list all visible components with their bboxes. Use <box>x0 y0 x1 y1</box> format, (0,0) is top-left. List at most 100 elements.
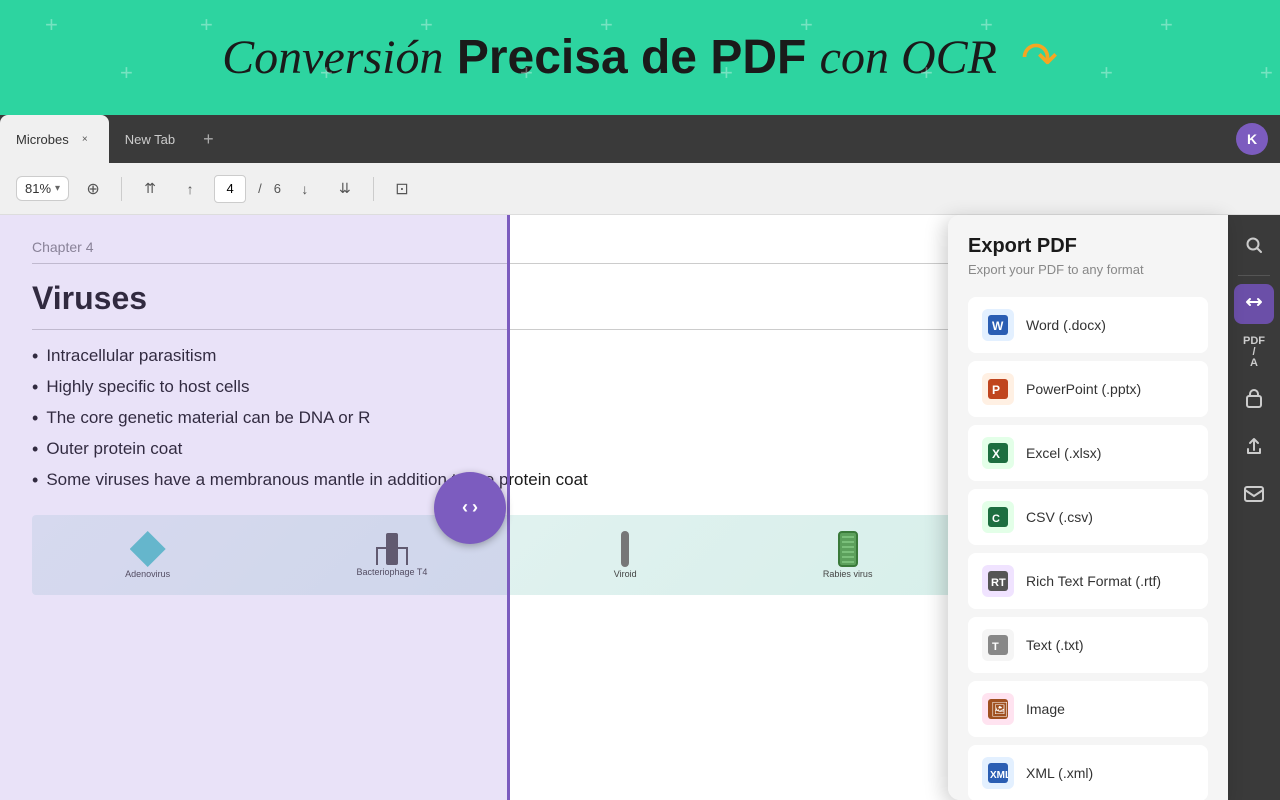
export-image-label: Image <box>1026 701 1065 717</box>
zoom-chevron-icon: ▾ <box>55 183 60 194</box>
rabies-figure: Rabies virus <box>823 531 873 579</box>
nav-left-arrow-icon: ‹ <box>462 497 468 518</box>
rtf-icon: RT <box>982 565 1014 597</box>
search-icon <box>1244 235 1264 260</box>
new-tab-button[interactable]: + <box>191 115 226 163</box>
word-icon: W <box>982 309 1014 341</box>
zoom-in-button[interactable]: ⊕ <box>77 173 109 205</box>
export-option-rtf[interactable]: RT Rich Text Format (.rtf) <box>968 553 1208 609</box>
first-page-button[interactable]: ⇈ <box>134 173 166 205</box>
zoom-in-icon: ⊕ <box>86 179 99 199</box>
banner-text-conversion: Conversión <box>222 31 443 84</box>
export-option-word[interactable]: W Word (.docx) <box>968 297 1208 353</box>
tab-new[interactable]: New Tab <box>109 115 191 163</box>
fit-page-button[interactable]: ⊡ <box>386 173 418 205</box>
export-option-excel[interactable]: X Excel (.xlsx) <box>968 425 1208 481</box>
tab-microbes-close[interactable]: × <box>77 131 93 147</box>
svg-text:🖼: 🖼 <box>991 701 1008 717</box>
user-avatar[interactable]: K <box>1236 123 1268 155</box>
export-option-txt[interactable]: T Text (.txt) <box>968 617 1208 673</box>
export-ppt-label: PowerPoint (.pptx) <box>1026 381 1141 397</box>
image-icon: 🖼 <box>982 693 1014 725</box>
page-total: 6 <box>274 181 281 196</box>
txt-icon: T <box>982 629 1014 661</box>
rabies-label: Rabies virus <box>823 569 873 579</box>
excel-icon: X <box>982 437 1014 469</box>
export-panel: Export PDF Export your PDF to any format… <box>948 215 1228 800</box>
toolbar: 81% ▾ ⊕ ⇈ ↑ 4 / 6 ↓ ⇊ ⊡ <box>0 163 1280 215</box>
share-sidebar-button[interactable] <box>1234 428 1274 468</box>
csv-icon: C <box>982 501 1014 533</box>
adenovirus-icon <box>130 531 166 567</box>
svg-text:C: C <box>992 513 1000 525</box>
main-area: Chapter 4 Viruses Intracellular parasiti… <box>0 215 1280 800</box>
banner-text-ocr: OCR <box>889 31 997 84</box>
export-word-label: Word (.docx) <box>1026 317 1106 333</box>
nav-arrows-button[interactable]: ‹ › <box>434 472 506 544</box>
export-option-xml[interactable]: XML XML (.xml) <box>968 745 1208 800</box>
mail-icon <box>1244 486 1264 507</box>
plus-decoration: + <box>1260 60 1273 86</box>
banner-text-con: con <box>820 31 889 84</box>
pdfa-icon: PDF/A <box>1243 336 1265 369</box>
next-page-icon: ↓ <box>301 181 308 197</box>
plus-decoration: + <box>120 60 133 86</box>
prev-page-icon: ↑ <box>187 181 194 197</box>
export-excel-label: Excel (.xlsx) <box>1026 445 1101 461</box>
export-option-image[interactable]: 🖼 Image <box>968 681 1208 737</box>
last-page-button[interactable]: ⇊ <box>329 173 361 205</box>
toolbar-divider-2 <box>373 177 374 201</box>
export-txt-label: Text (.txt) <box>1026 637 1084 653</box>
svg-text:XML: XML <box>990 770 1008 781</box>
export-csv-label: CSV (.csv) <box>1026 509 1093 525</box>
svg-text:X: X <box>992 447 1000 461</box>
banner-headline: Conversión Precisa de PDF con OCR ↷ <box>222 30 1058 85</box>
zoom-control[interactable]: 81% ▾ <box>16 176 69 201</box>
first-page-icon: ⇈ <box>144 180 156 197</box>
pdfa-sidebar-button[interactable]: PDF/A <box>1234 332 1274 372</box>
bacteriophage-figure: Bacteriophage T4 <box>357 533 428 577</box>
right-sidebar: PDF/A <box>1228 215 1280 800</box>
next-page-button[interactable]: ↓ <box>289 173 321 205</box>
search-sidebar-button[interactable] <box>1234 227 1274 267</box>
ppt-icon: P <box>982 373 1014 405</box>
banner: + + + + + + + + + + + + + + Conversión P… <box>0 0 1280 115</box>
tab-microbes-label: Microbes <box>16 132 69 147</box>
page-divider: / <box>258 181 262 196</box>
tab-microbes[interactable]: Microbes × <box>0 115 109 163</box>
arrow-icon: ↷ <box>1021 33 1058 84</box>
export-option-csv[interactable]: C CSV (.csv) <box>968 489 1208 545</box>
adenovirus-figure: Adenovirus <box>125 531 170 579</box>
plus-decoration: + <box>1160 12 1173 38</box>
toolbar-divider-1 <box>121 177 122 201</box>
adenovirus-label: Adenovirus <box>125 569 170 579</box>
viroid-label: Viroid <box>614 569 637 579</box>
convert-sidebar-button[interactable] <box>1234 284 1274 324</box>
export-xml-label: XML (.xml) <box>1026 765 1093 781</box>
export-panel-title: Export PDF <box>968 235 1208 258</box>
sidebar-divider-1 <box>1238 275 1270 276</box>
svg-text:T: T <box>992 641 999 653</box>
mail-sidebar-button[interactable] <box>1234 476 1274 516</box>
prev-page-button[interactable]: ↑ <box>174 173 206 205</box>
plus-decoration: + <box>45 12 58 38</box>
plus-decoration: + <box>200 12 213 38</box>
svg-text:P: P <box>992 383 1000 397</box>
bacteriophage-label: Bacteriophage T4 <box>357 567 428 577</box>
export-option-powerpoint[interactable]: P PowerPoint (.pptx) <box>968 361 1208 417</box>
bacteriophage-icon <box>386 533 398 565</box>
fit-page-icon: ⊡ <box>395 179 408 199</box>
svg-text:W: W <box>992 319 1004 333</box>
share-icon <box>1244 436 1264 461</box>
rabies-icon <box>838 531 858 567</box>
tab-bar: Microbes × New Tab + K <box>0 115 1280 163</box>
nav-right-arrow-icon: › <box>472 497 478 518</box>
convert-icon <box>1244 292 1264 317</box>
protect-sidebar-button[interactable] <box>1234 380 1274 420</box>
last-page-icon: ⇊ <box>339 180 351 197</box>
viroid-icon <box>621 531 629 567</box>
banner-text-precisa: Precisa de PDF <box>443 31 819 84</box>
svg-text:RT: RT <box>991 577 1006 589</box>
plus-decoration: + <box>1100 60 1113 86</box>
page-number-input[interactable]: 4 <box>214 175 246 203</box>
